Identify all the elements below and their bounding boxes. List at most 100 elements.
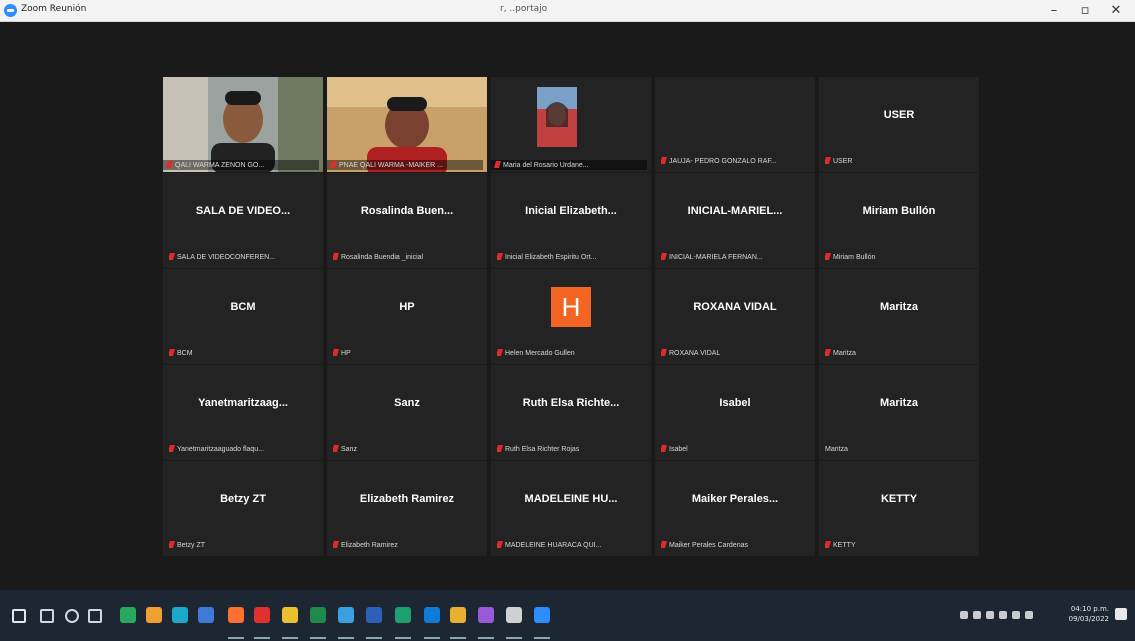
app-colorful-icon[interactable] (146, 607, 162, 623)
participant-tile[interactable]: Maritza Maritza (819, 269, 979, 364)
running-indicator (254, 637, 270, 639)
participant-name-label: SALA DE VIDEOCONFEREN... (169, 253, 319, 261)
participant-tile[interactable]: Rosalinda Buen... Rosalinda Buendia _inic… (327, 173, 487, 268)
participant-tile[interactable]: Yanetmaritzaag... Yanetmaritzaaguado flaq… (163, 365, 323, 460)
participant-tile[interactable]: ROXANA VIDAL ROXANA VIDAL (655, 269, 815, 364)
zoom-logo-icon (4, 4, 17, 17)
search-icon[interactable] (40, 609, 54, 623)
participant-tile[interactable]: H Helen Mercado Gullen (491, 269, 651, 364)
app-yellow-icon[interactable] (282, 607, 298, 623)
app-green2-icon[interactable] (395, 607, 411, 623)
app-teal-icon[interactable] (172, 607, 188, 623)
participant-name: Maritza (833, 350, 856, 357)
network-icon[interactable] (1012, 611, 1020, 619)
participant-tile[interactable]: Miriam Bullón Miriam Bullón (819, 173, 979, 268)
edge-icon[interactable] (424, 607, 440, 623)
participant-name: Yanetmaritzaaguado flaqu... (177, 446, 265, 453)
zoom-icon[interactable] (534, 607, 550, 623)
app-pen-icon[interactable] (506, 607, 522, 623)
participant-name: ROXANA VIDAL (669, 350, 721, 357)
participant-name-label: Maritza (825, 446, 975, 453)
participant-tile[interactable]: QALI WARMA ZENON GO... (163, 77, 323, 172)
task-view-icon[interactable] (88, 609, 102, 623)
participant-tile[interactable]: SALA DE VIDEO... SALA DE VIDEOCONFEREN... (163, 173, 323, 268)
mic-muted-icon (169, 253, 175, 260)
participant-tile[interactable]: USER USER (819, 77, 979, 172)
participant-name-label: Betzy ZT (169, 541, 319, 549)
participant-tile[interactable]: Maria del Rosario Urdane... (491, 77, 651, 172)
chevron-up-icon[interactable] (960, 611, 968, 619)
firefox-icon[interactable] (228, 607, 244, 623)
taskbar: 04:10 p.m. 09/03/2022 (0, 590, 1135, 641)
cortana-icon[interactable] (65, 609, 79, 623)
app-star-icon[interactable] (338, 607, 354, 623)
participant-name: PNAE QALI WARMA -MAIKER ... (339, 162, 443, 169)
participant-name: Maiker Perales Cardenas (669, 542, 748, 549)
start-icon[interactable] (12, 609, 26, 623)
security-icon[interactable] (986, 611, 994, 619)
mic-muted-icon (661, 349, 667, 356)
title-bar: Zoom Reunión r, ..portajo – ▫ ✕ (0, 0, 1135, 22)
app-red-icon[interactable] (254, 607, 270, 623)
volume-icon[interactable] (1025, 611, 1033, 619)
app-purple-icon[interactable] (478, 607, 494, 623)
word-icon[interactable] (366, 607, 382, 623)
mic-muted-icon (661, 253, 667, 260)
participant-name: Miriam Bullón (833, 254, 876, 261)
mic-muted-icon (825, 253, 831, 260)
participant-name: Betzy ZT (177, 542, 206, 549)
participant-tile[interactable]: Ruth Elsa Richte... Ruth Elsa Richter Roj… (491, 365, 651, 460)
participant-tile[interactable]: INICIAL-MARIEL... INICIAL-MARIELA FERNAN.… (655, 173, 815, 268)
usb-icon[interactable] (973, 611, 981, 619)
participant-name: Isabel (669, 446, 688, 453)
mic-muted-icon (661, 541, 667, 548)
participant-tile[interactable]: HP HP (327, 269, 487, 364)
participant-tile[interactable]: Elizabeth Ramirez Elizabeth Ramirez (327, 461, 487, 556)
participant-display-name: Betzy ZT (220, 493, 266, 505)
participant-tile[interactable]: Isabel Isabel (655, 365, 815, 460)
participant-name-label: Yanetmaritzaaguado flaqu... (169, 445, 319, 453)
participant-tile[interactable]: MADELEINE HU... MADELEINE HUARACA QUI... (491, 461, 651, 556)
participant-name: INICIAL-MARIELA FERNAN... (669, 254, 763, 261)
minimize-button[interactable]: – (1039, 1, 1069, 21)
participant-tile[interactable]: PNAE QALI WARMA -MAIKER ... (327, 77, 487, 172)
system-clock[interactable]: 04:10 p.m. 09/03/2022 (1069, 604, 1109, 624)
chrome-icon[interactable] (450, 607, 466, 623)
participant-tile[interactable]: KETTY KETTY (819, 461, 979, 556)
participant-display-name: Inicial Elizabeth... (525, 205, 617, 217)
participant-tile[interactable]: JAUJA- PEDRO GONZALO RAF... (655, 77, 815, 172)
excel-icon[interactable] (310, 607, 326, 623)
participant-name: Helen Mercado Gullen (505, 350, 575, 357)
close-button[interactable]: ✕ (1101, 1, 1131, 21)
running-indicator (366, 637, 382, 639)
participant-name-label: Elizabeth Ramirez (333, 541, 483, 549)
participant-tile[interactable]: Maritza Maritza (819, 365, 979, 460)
running-indicator (424, 637, 440, 639)
participant-display-name: KETTY (880, 493, 918, 505)
participant-display-name: Yanetmaritzaag... (198, 397, 288, 409)
restore-button[interactable]: ▫ (1070, 1, 1100, 21)
participant-name: MADELEINE HUARACA QUI... (505, 542, 602, 549)
participant-tile[interactable]: Sanz Sanz (327, 365, 487, 460)
participant-display-name: USER (883, 109, 915, 121)
video-feed-icon (163, 77, 323, 172)
participant-tile[interactable]: Inicial Elizabeth... Inicial Elizabeth Es… (491, 173, 651, 268)
app-green-icon[interactable] (120, 607, 136, 623)
participant-tile[interactable]: Betzy ZT Betzy ZT (163, 461, 323, 556)
app-blue-icon[interactable] (198, 607, 214, 623)
participant-tile[interactable]: Maiker Perales... Maiker Perales Cardenas (655, 461, 815, 556)
mic-muted-icon (330, 161, 337, 168)
mic-muted-icon (169, 349, 175, 356)
participant-tile[interactable]: BCM BCM (163, 269, 323, 364)
mic-muted-icon (661, 157, 667, 164)
participant-display-name: Maritza (880, 301, 918, 313)
wifi-icon[interactable] (999, 611, 1007, 619)
mic-muted-icon (166, 161, 173, 168)
notification-icon[interactable] (1115, 608, 1127, 620)
participant-name-label: USER (825, 157, 975, 165)
participant-display-name: HP (399, 301, 415, 313)
participant-display-name: Isabel (719, 397, 751, 409)
participant-display-name: Miriam Bullón (862, 205, 936, 217)
participant-display-name: MADELEINE HU... (524, 493, 618, 505)
participant-name-label: BCM (169, 349, 319, 357)
